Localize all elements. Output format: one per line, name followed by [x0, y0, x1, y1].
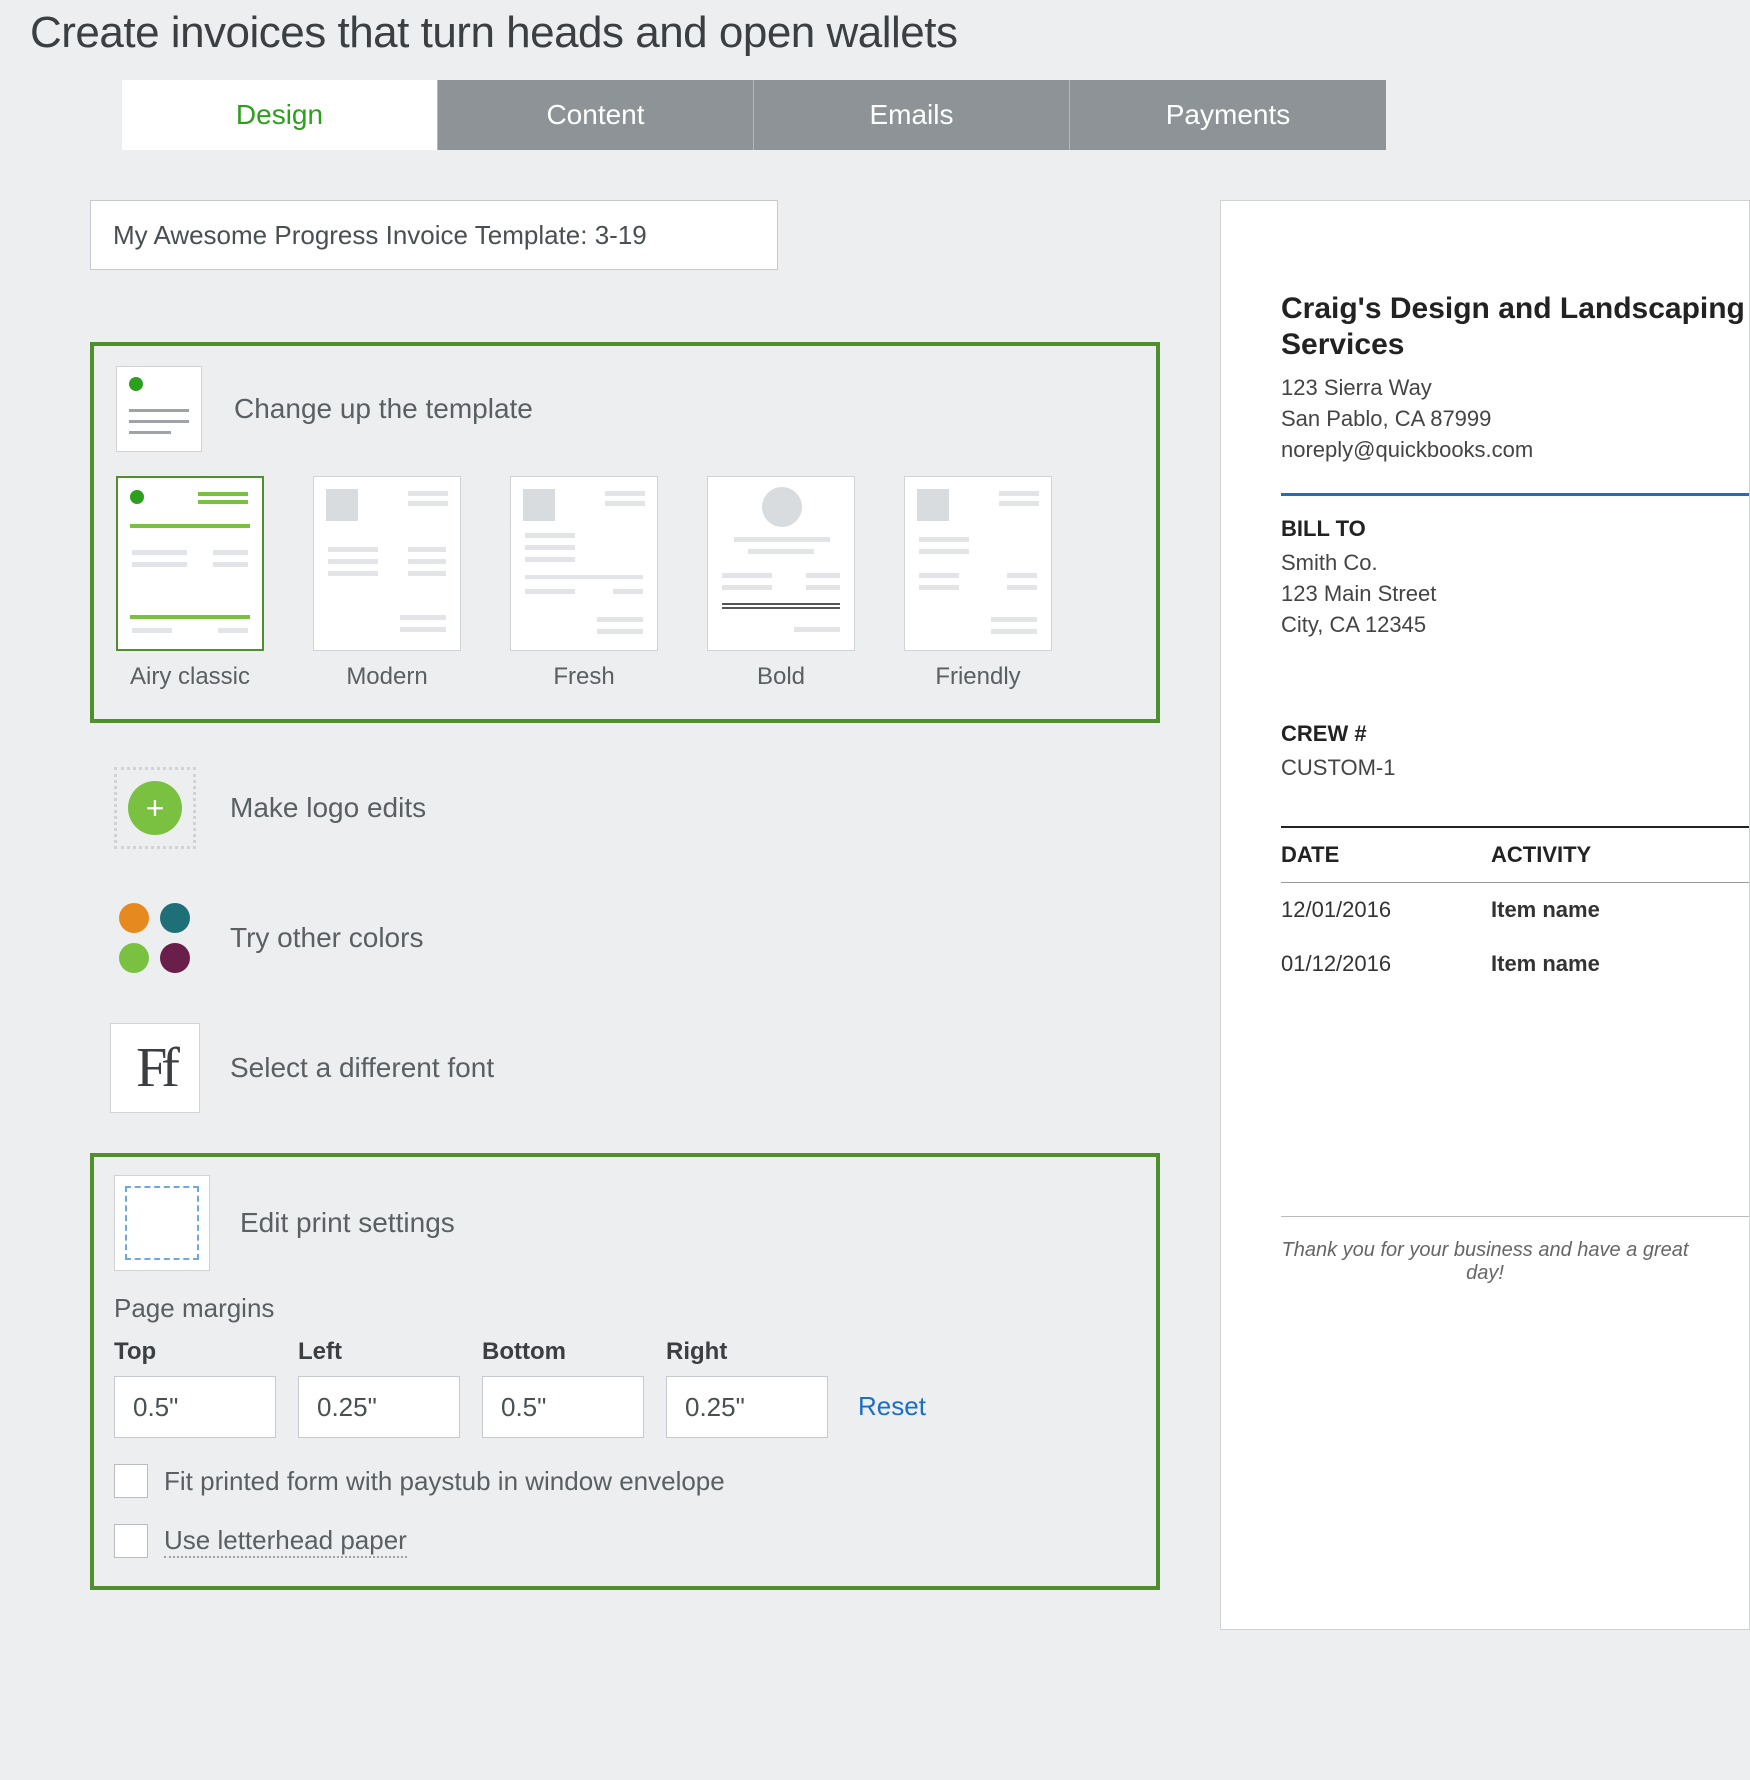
bill-addr1: 123 Main Street [1281, 579, 1749, 610]
font-icon: Ff [110, 1023, 200, 1113]
bill-to-label: BILL TO [1281, 516, 1749, 542]
template-icon [114, 364, 204, 454]
letterhead-checkbox[interactable] [114, 1524, 148, 1558]
template-fresh[interactable]: Fresh [508, 476, 660, 691]
tab-content[interactable]: Content [438, 80, 754, 150]
preview-email: noreply@quickbooks.com [1281, 435, 1749, 466]
th-date: DATE [1281, 842, 1491, 868]
bill-name: Smith Co. [1281, 548, 1749, 579]
template-airy-classic[interactable]: Airy classic [114, 476, 266, 691]
plus-icon: + [110, 763, 200, 853]
table-row: 01/12/2016 Item name [1281, 937, 1749, 991]
margin-bottom-input[interactable] [482, 1376, 644, 1438]
change-template-section: Change up the template [90, 342, 1160, 723]
preview-addr1: 123 Sierra Way [1281, 373, 1749, 404]
fit-window-envelope-checkbox[interactable] [114, 1464, 148, 1498]
margin-top-input[interactable] [114, 1376, 276, 1438]
table-row: 12/01/2016 Item name [1281, 883, 1749, 937]
print-margins-icon [114, 1175, 210, 1271]
font-section[interactable]: Ff Select a different font [110, 1023, 1160, 1113]
letterhead-label: Use letterhead paper [164, 1525, 407, 1558]
template-bold[interactable]: Bold [705, 476, 857, 691]
crew-value: CUSTOM-1 [1281, 755, 1749, 781]
margin-right-input[interactable] [666, 1376, 828, 1438]
crew-label: CREW # [1281, 721, 1749, 747]
template-modern[interactable]: Modern [311, 476, 463, 691]
change-template-label: Change up the template [234, 393, 533, 425]
tab-payments[interactable]: Payments [1070, 80, 1386, 150]
colors-icon [110, 893, 200, 983]
print-settings-section: Edit print settings Page margins Top Lef… [90, 1153, 1160, 1590]
template-name-input[interactable]: My Awesome Progress Invoice Template: 3-… [90, 200, 778, 270]
page-title: Create invoices that turn heads and open… [0, 0, 1750, 80]
margin-left-label: Left [298, 1338, 460, 1366]
th-activity: ACTIVITY [1491, 842, 1749, 868]
invoice-preview: Craig's Design and Landscaping Services … [1220, 200, 1750, 1630]
page-margins-label: Page margins [114, 1293, 1136, 1324]
template-friendly[interactable]: Friendly [902, 476, 1054, 691]
margin-right-label: Right [666, 1338, 828, 1366]
margin-left-input[interactable] [298, 1376, 460, 1438]
fit-window-envelope-label: Fit printed form with paystub in window … [164, 1466, 725, 1497]
tabs: Design Content Emails Payments [122, 80, 1750, 150]
tab-emails[interactable]: Emails [754, 80, 1070, 150]
colors-section[interactable]: Try other colors [110, 893, 1160, 983]
margin-bottom-label: Bottom [482, 1338, 644, 1366]
preview-addr2: San Pablo, CA 87999 [1281, 404, 1749, 435]
tab-design[interactable]: Design [122, 80, 438, 150]
margin-top-label: Top [114, 1338, 276, 1366]
logo-edits-section[interactable]: + Make logo edits [110, 763, 1160, 853]
thank-you-text: Thank you for your business and have a g… [1281, 1239, 1749, 1285]
reset-link[interactable]: Reset [858, 1391, 926, 1422]
bill-addr2: City, CA 12345 [1281, 610, 1749, 641]
preview-company: Craig's Design and Landscaping Services [1281, 291, 1749, 363]
